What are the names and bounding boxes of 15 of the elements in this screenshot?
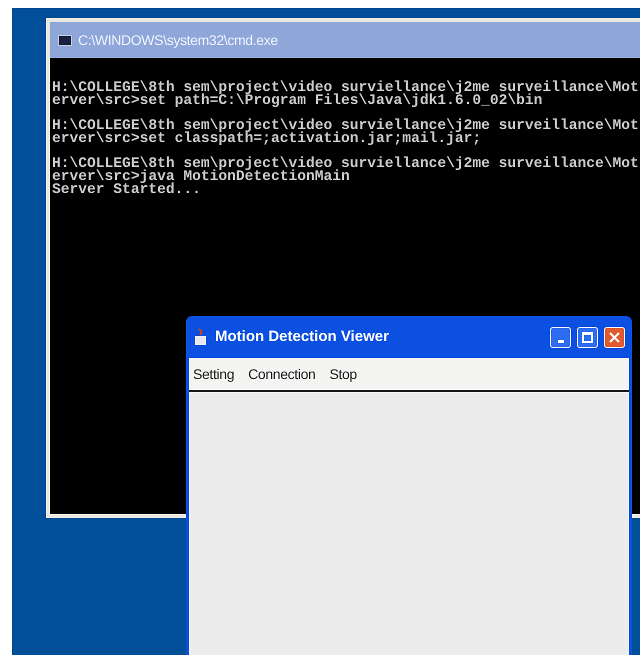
window-title: Motion Detection Viewer xyxy=(215,326,390,347)
maximize-button[interactable] xyxy=(577,326,598,348)
menu-item[interactable]: Connection xyxy=(248,364,316,384)
console-app-icon xyxy=(58,34,72,46)
console-line: erver\src>set classpath=;activation.jar;mail.jar; xyxy=(52,133,482,146)
close-icon xyxy=(609,332,620,342)
menu-item[interactable]: Setting xyxy=(193,364,234,384)
console-line: erver\src>set path=C:\Program Files\Java\jdk1.6.0_02\bin xyxy=(52,95,544,108)
console-line: Server Started... xyxy=(52,184,202,197)
console-line: erver\src>java MotionDetectionMain xyxy=(52,171,350,184)
close-button[interactable] xyxy=(604,326,625,348)
coffee-cup-icon xyxy=(193,328,209,346)
window-title: C:\WINDOWS\system32\cmd.exe xyxy=(78,30,278,50)
menu-item[interactable]: Stop xyxy=(329,364,357,384)
minimize-button[interactable] xyxy=(550,326,571,348)
